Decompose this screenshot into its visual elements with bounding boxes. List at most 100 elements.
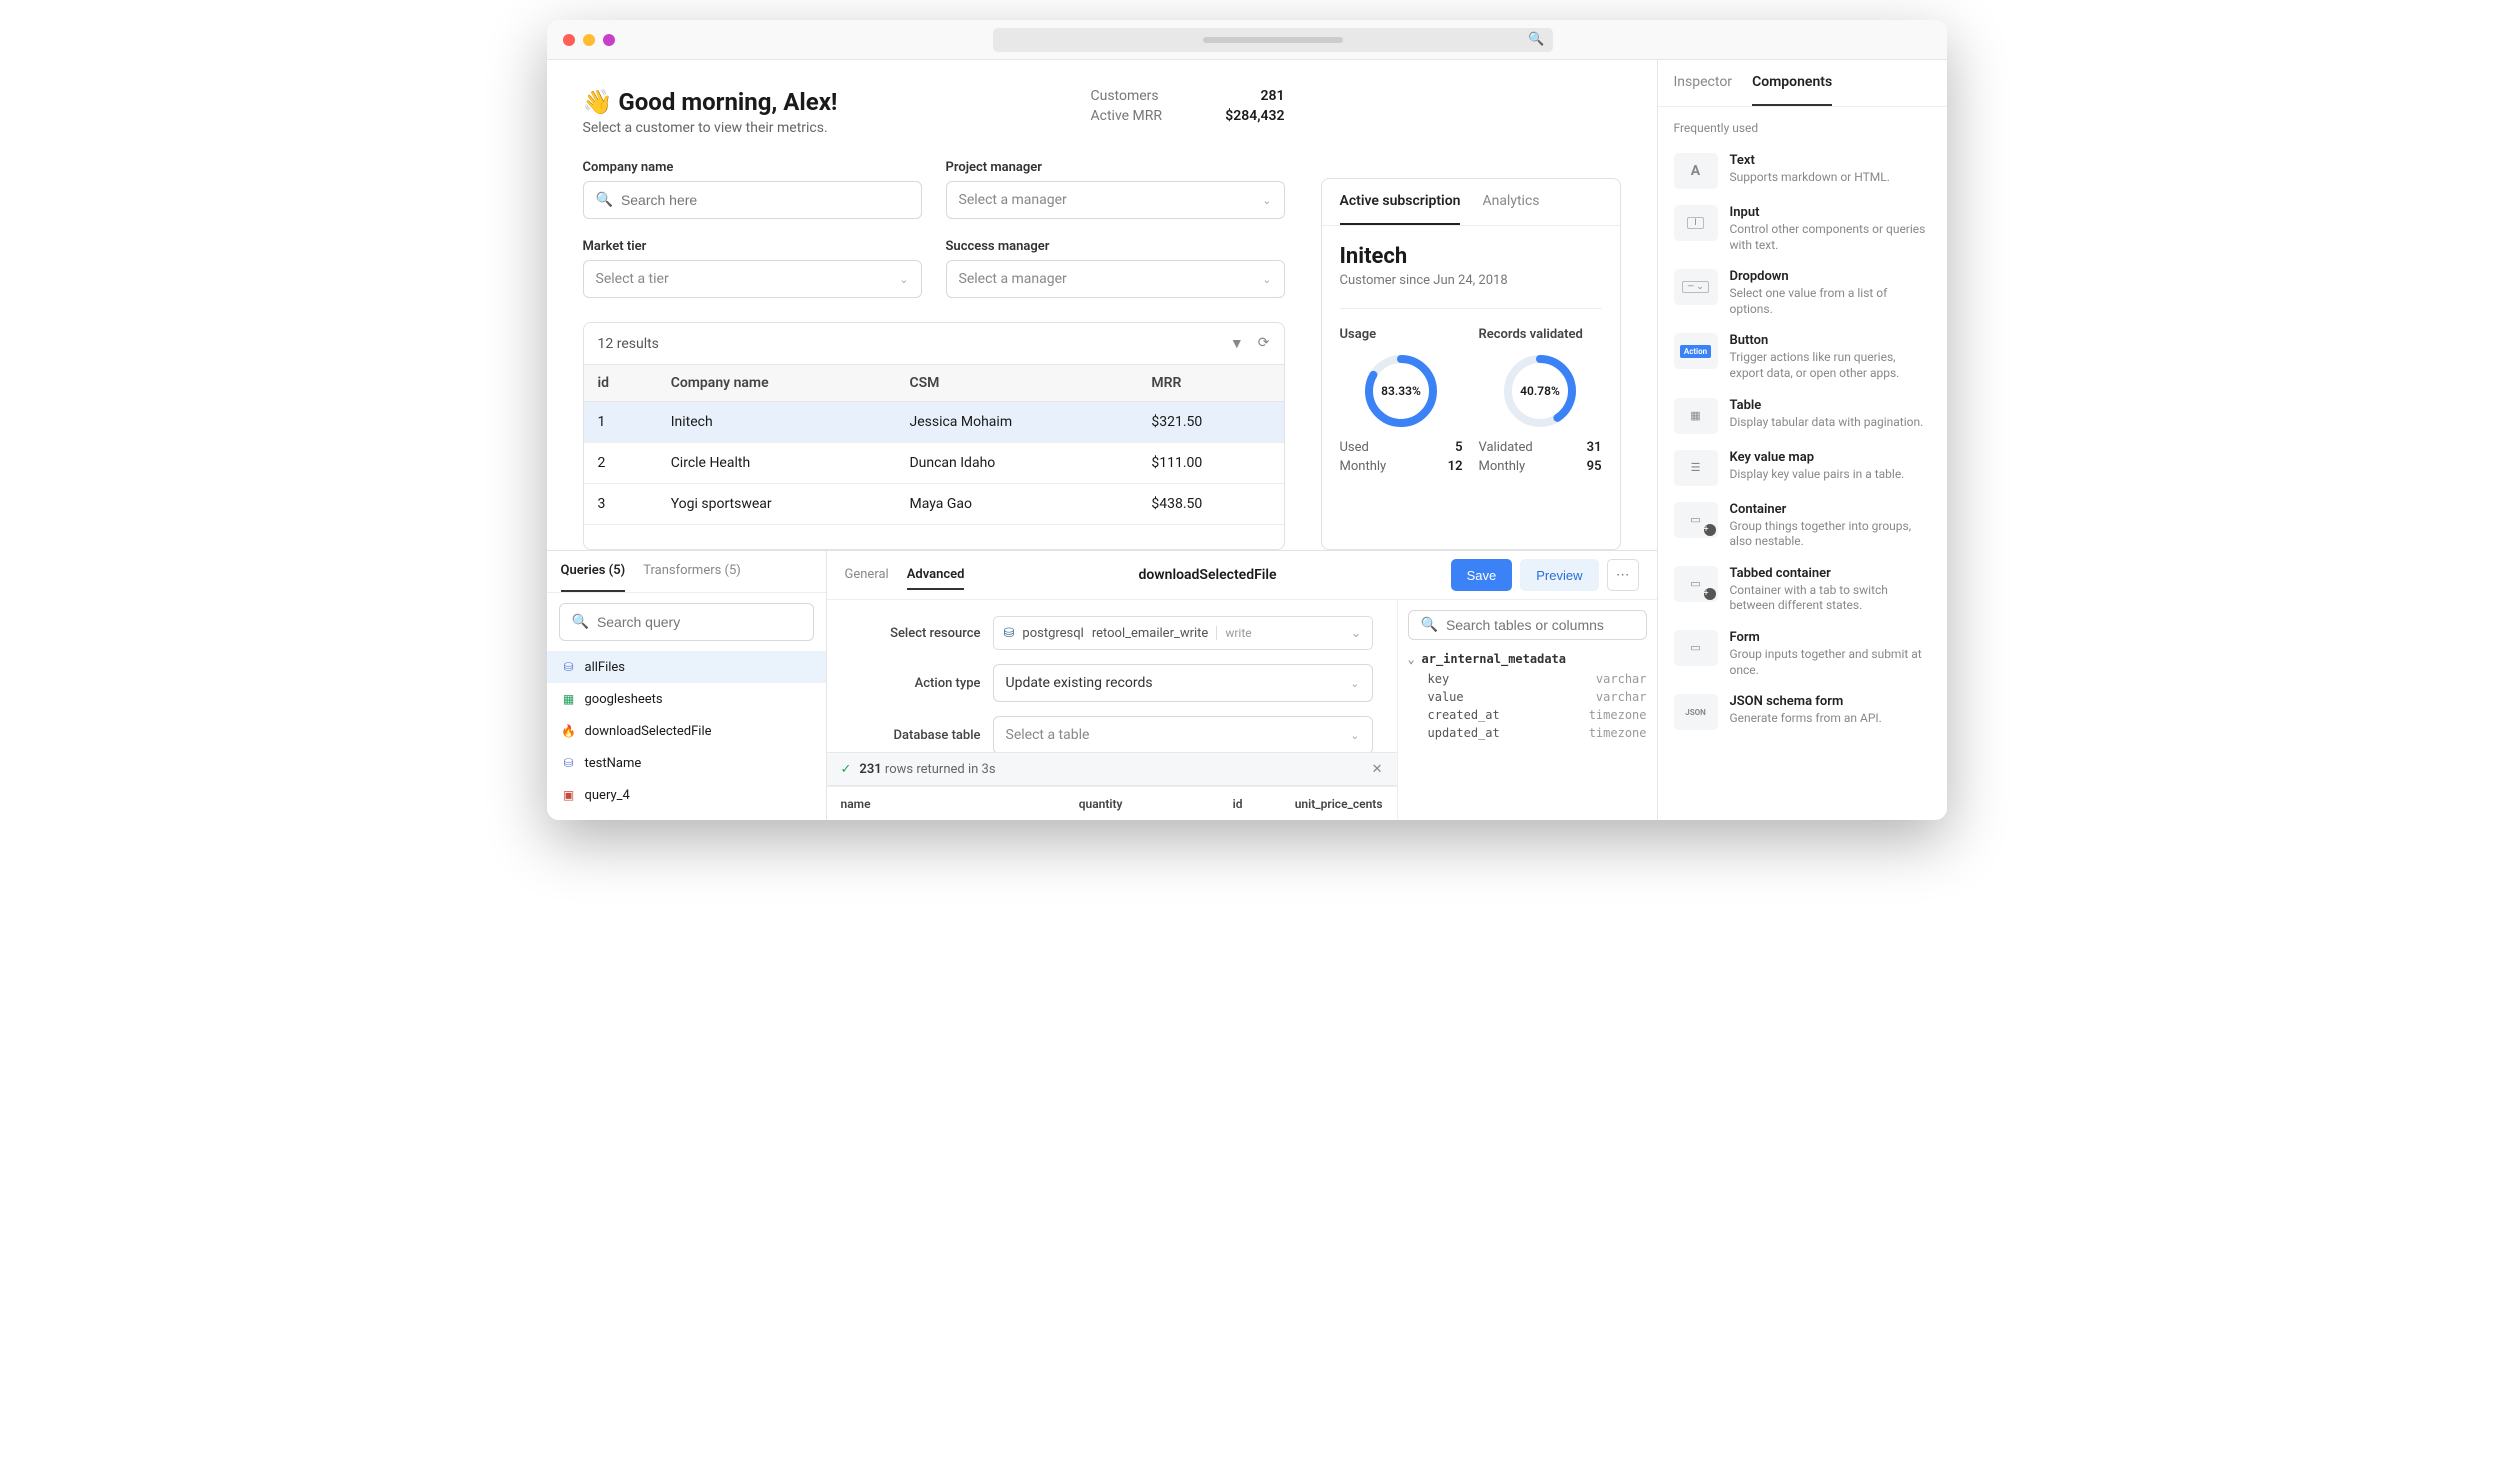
tab-transformers[interactable]: Transformers (5) xyxy=(643,551,741,592)
usage-donut-chart: 83.33% xyxy=(1362,352,1440,430)
action-type-select[interactable]: Update existing records ⌄ xyxy=(993,664,1373,702)
json-icon: JSON xyxy=(1674,694,1718,730)
query-item-query4[interactable]: ▣query_4 xyxy=(547,779,826,811)
schema-table[interactable]: ar_internal_metadata xyxy=(1408,648,1647,670)
tab-active-subscription[interactable]: Active subscription xyxy=(1340,179,1461,225)
check-icon: ✓ xyxy=(841,762,852,777)
component-keyvalue[interactable]: ☰ Key value mapDisplay key value pairs i… xyxy=(1674,442,1931,494)
component-input[interactable]: I InputControl other components or queri… xyxy=(1674,197,1931,261)
schema-search-input[interactable]: 🔍 xyxy=(1408,610,1647,640)
close-icon[interactable]: ✕ xyxy=(1372,762,1383,777)
database-icon: ⛁ xyxy=(561,659,577,675)
minimize-window-button[interactable] xyxy=(583,34,595,46)
component-text[interactable]: A TextSupports markdown or HTML. xyxy=(1674,145,1931,197)
query-item-testname[interactable]: ⛁testName xyxy=(547,747,826,779)
project-manager-select[interactable]: Select a manager ⌄ xyxy=(946,181,1285,219)
component-container[interactable]: ▭+ ContainerGroup things together into g… xyxy=(1674,494,1931,558)
more-options-button[interactable]: ⋯ xyxy=(1607,559,1639,591)
section-frequently-used: Frequently used xyxy=(1674,121,1931,135)
dropdown-icon: — ⌄ xyxy=(1674,269,1718,305)
close-window-button[interactable] xyxy=(563,34,575,46)
component-table[interactable]: ▦ TableDisplay tabular data with paginat… xyxy=(1674,390,1931,442)
tabbed-container-icon: ▭+ xyxy=(1674,566,1718,602)
fire-icon: 🔥 xyxy=(561,723,577,739)
page-subtitle: Select a customer to view their metrics. xyxy=(583,120,838,136)
schema-column: keyvarchar xyxy=(1408,670,1647,688)
results-columns-header: name quantity id unit_price_cents xyxy=(827,786,1397,820)
col-csm[interactable]: CSM xyxy=(895,365,1137,402)
customers-label: Customers xyxy=(1091,88,1181,104)
active-mrr-label: Active MRR xyxy=(1091,108,1181,124)
preview-button[interactable]: Preview xyxy=(1520,559,1598,591)
query-item-downloadselectedfile[interactable]: 🔥downloadSelectedFile xyxy=(547,715,826,747)
database-icon: ⛁ xyxy=(561,755,577,771)
global-search-input[interactable]: 🔍 xyxy=(993,28,1553,52)
text-icon: A xyxy=(1674,153,1718,189)
editor-tab-general[interactable]: General xyxy=(845,561,889,590)
chevron-down-icon: ⌄ xyxy=(899,273,908,286)
brick-icon: ▣ xyxy=(561,787,577,803)
postgres-icon: ⛁ xyxy=(1004,626,1015,641)
sheets-icon: ▦ xyxy=(561,691,577,707)
select-resource-label: Select resource xyxy=(851,626,981,641)
company-name-label: Company name xyxy=(583,160,922,175)
search-icon: 🔍 xyxy=(1421,617,1438,633)
chevron-down-icon: ⌄ xyxy=(1351,626,1362,641)
window-titlebar: 🔍 xyxy=(547,20,1947,60)
page-greeting: 👋 Good morning, Alex! xyxy=(583,88,838,116)
success-manager-select[interactable]: Select a manager ⌄ xyxy=(946,260,1285,298)
database-table-select[interactable]: Select a table ⌄ xyxy=(993,716,1373,754)
component-dropdown[interactable]: — ⌄ DropdownSelect one value from a list… xyxy=(1674,261,1931,325)
keyvalue-icon: ☰ xyxy=(1674,450,1718,486)
form-icon: ▭ xyxy=(1674,630,1718,666)
active-mrr-value: $284,432 xyxy=(1205,108,1285,124)
tab-queries[interactable]: Queries (5) xyxy=(561,551,626,592)
search-icon: 🔍 xyxy=(596,192,613,208)
col-company[interactable]: Company name xyxy=(657,365,896,402)
component-json-schema-form[interactable]: JSON JSON schema formGenerate forms from… xyxy=(1674,686,1931,738)
button-icon: Action xyxy=(1674,333,1718,369)
company-search-input[interactable]: 🔍 xyxy=(583,181,922,219)
query-status-bar: ✓ 231 rows returned in 3s ✕ xyxy=(827,752,1397,786)
project-manager-label: Project manager xyxy=(946,160,1285,175)
schema-column: updated_attimezone xyxy=(1408,724,1647,742)
customers-value: 281 xyxy=(1205,88,1285,104)
chevron-down-icon: ⌄ xyxy=(1262,273,1271,286)
query-item-googlesheets[interactable]: ▦googlesheets xyxy=(547,683,826,715)
component-button[interactable]: Action ButtonTrigger actions like run qu… xyxy=(1674,325,1931,389)
chevron-down-icon: ⌄ xyxy=(1350,677,1359,690)
detail-company-name: Initech xyxy=(1340,244,1602,269)
search-icon: 🔍 xyxy=(572,614,589,630)
component-tabbed-container[interactable]: ▭+ Tabbed containerContainer with a tab … xyxy=(1674,558,1931,622)
market-tier-select[interactable]: Select a tier ⌄ xyxy=(583,260,922,298)
customers-table: id Company name CSM MRR 1 Initech Jessic… xyxy=(584,364,1284,525)
refresh-icon[interactable]: ⟳ xyxy=(1258,335,1270,352)
tab-analytics[interactable]: Analytics xyxy=(1482,179,1539,225)
editor-query-title: downloadSelectedFile xyxy=(976,567,1438,583)
editor-tab-advanced[interactable]: Advanced xyxy=(907,561,965,590)
input-icon: I xyxy=(1674,205,1718,241)
col-id[interactable]: id xyxy=(584,365,657,402)
maximize-window-button[interactable] xyxy=(603,34,615,46)
action-type-label: Action type xyxy=(851,676,981,691)
success-manager-label: Success manager xyxy=(946,239,1285,254)
records-title: Records validated xyxy=(1479,327,1602,342)
chevron-down-icon: ⌄ xyxy=(1350,729,1359,742)
table-row[interactable]: 1 Initech Jessica Mohaim $321.50 xyxy=(584,402,1284,443)
query-search-input[interactable]: 🔍 xyxy=(559,603,814,641)
tab-inspector[interactable]: Inspector xyxy=(1674,60,1733,106)
col-mrr[interactable]: MRR xyxy=(1137,365,1283,402)
filter-icon[interactable]: ▼ xyxy=(1230,335,1244,352)
component-form[interactable]: ▭ FormGroup inputs together and submit a… xyxy=(1674,622,1931,686)
tab-components[interactable]: Components xyxy=(1752,60,1832,106)
resource-select[interactable]: ⛁ postgresql retool_emailer_write write … xyxy=(993,616,1373,650)
header-metrics: Customers 281 Active MRR $284,432 xyxy=(1091,88,1285,128)
database-table-label: Database table xyxy=(851,728,981,743)
table-row[interactable]: 3 Yogi sportswear Maya Gao $438.50 xyxy=(584,484,1284,525)
table-row[interactable]: 2 Circle Health Duncan Idaho $111.00 xyxy=(584,443,1284,484)
query-item-allfiles[interactable]: ⛁allFiles xyxy=(547,651,826,683)
schema-column: valuevarchar xyxy=(1408,688,1647,706)
records-donut-chart: 40.78% xyxy=(1501,352,1579,430)
chevron-down-icon: ⌄ xyxy=(1262,194,1271,207)
save-button[interactable]: Save xyxy=(1451,559,1513,591)
